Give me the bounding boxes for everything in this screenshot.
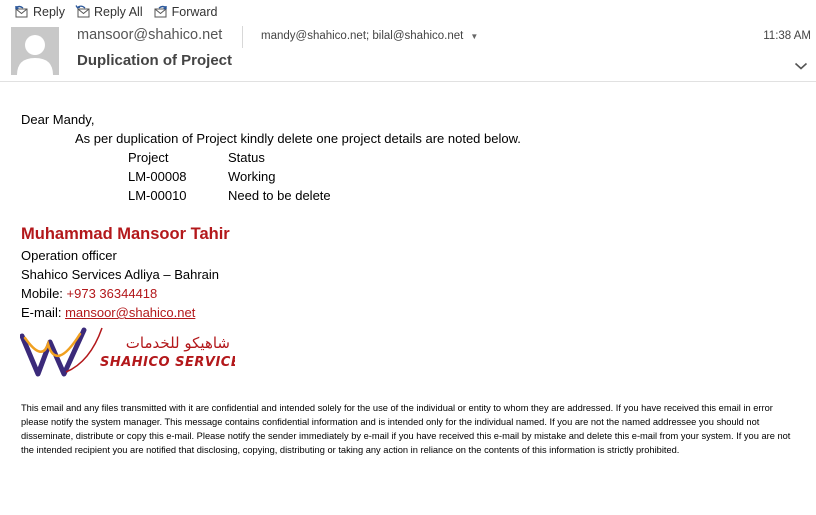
avatar[interactable] — [11, 27, 59, 75]
mobile-number: +973 36344418 — [66, 286, 158, 301]
intro-text: As per duplication of Project kindly del… — [75, 131, 521, 146]
header-divider — [242, 26, 243, 48]
reply-all-label: Reply All — [93, 5, 143, 19]
email-label: E-mail: — [21, 305, 66, 320]
recipients[interactable]: mandy@shahico.net; bilal@shahico.net ▼ — [261, 30, 478, 42]
reply-all-button[interactable]: Reply All — [75, 4, 143, 20]
recipients-list: mandy@shahico.net; bilal@shahico.net — [261, 30, 464, 42]
sender-address[interactable]: mansoor@shahico.net — [77, 27, 222, 43]
table-row: LM-00010 Need to be delete — [21, 186, 521, 205]
reply-button[interactable]: Reply — [14, 4, 65, 20]
company-logo: شاهيكو للخدمات SHAHICO SERVICES — [20, 322, 235, 382]
received-time: 11:38 AM — [763, 30, 811, 42]
reply-icon — [14, 4, 30, 20]
message-body: Dear Mandy, As per duplication of Projec… — [21, 110, 521, 205]
signature-name: Muhammad Mansoor Tahir — [21, 225, 230, 243]
table-row: LM-00008 Working — [21, 167, 521, 186]
table-header-row: Project Status — [21, 148, 521, 167]
signature-title: Operation officer — [21, 248, 117, 263]
chevron-down-icon[interactable]: ▼ — [470, 32, 478, 41]
logo-english-text: SHAHICO SERVICES — [100, 355, 235, 370]
reply-label: Reply — [33, 5, 65, 19]
mobile-label: Mobile: — [21, 286, 67, 301]
signature-mobile: Mobile: +973 36344418 — [21, 284, 230, 303]
signature: Muhammad Mansoor Tahir Operation officer… — [21, 224, 230, 322]
confidentiality-disclaimer: This email and any files transmitted wit… — [21, 403, 791, 455]
expand-header-icon[interactable] — [794, 61, 808, 71]
message-subject: Duplication of Project — [77, 52, 233, 69]
logo-arabic-text: شاهيكو للخدمات — [126, 334, 230, 352]
forward-label: Forward — [171, 5, 218, 19]
project-id: LM-00010 — [128, 188, 187, 203]
message-header: mansoor@shahico.net mandy@shahico.net; b… — [0, 24, 816, 82]
column-header-project: Project — [128, 150, 169, 165]
forward-button[interactable]: Forward — [153, 4, 218, 20]
project-id: LM-00008 — [128, 169, 187, 184]
forward-icon — [153, 4, 169, 20]
project-status: Need to be delete — [228, 188, 331, 203]
message-toolbar: Reply Reply All Forward — [14, 3, 217, 21]
column-header-status: Status — [228, 150, 265, 165]
greeting: Dear Mandy, — [21, 112, 95, 127]
signature-email: E-mail: mansoor@shahico.net — [21, 303, 230, 322]
reply-all-icon — [75, 4, 91, 20]
signature-company: Shahico Services Adliya – Bahrain — [21, 267, 220, 282]
project-status: Working — [228, 169, 276, 184]
email-link[interactable]: mansoor@shahico.net — [65, 305, 195, 320]
